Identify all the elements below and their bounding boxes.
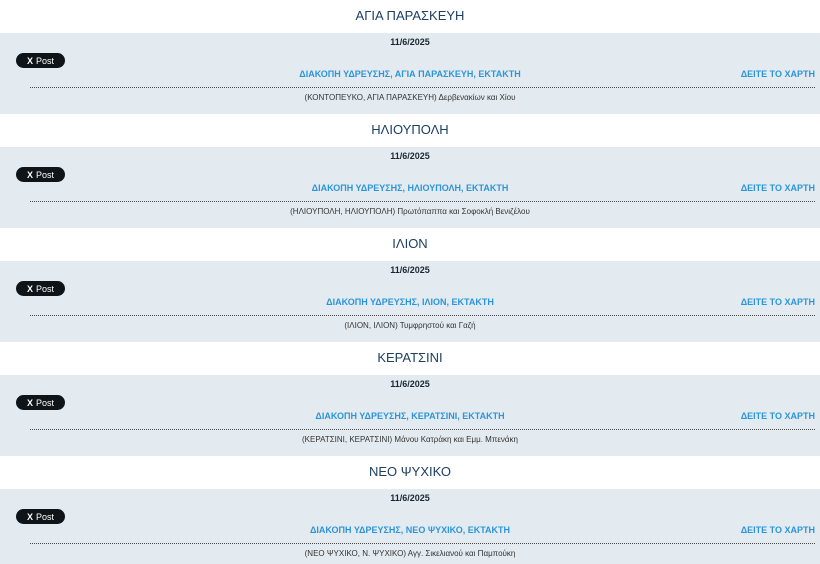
outage-entry: ΙΛΙΟΝ 11/6/2025 X Post ΔΙΑΚΟΠΗ ΥΔΡΕΥΣΗΣ,… bbox=[0, 228, 820, 342]
x-post-button[interactable]: X Post bbox=[16, 281, 65, 296]
area-title: ΗΛΙΟΥΠΟΛΗ bbox=[0, 114, 820, 147]
outage-date: 11/6/2025 bbox=[390, 379, 430, 389]
see-map-link[interactable]: ΔΕΙΤΕ ΤΟ ΧΑΡΤΗ bbox=[741, 183, 815, 193]
outage-date: 11/6/2025 bbox=[390, 37, 430, 47]
area-title: ΚΕΡΑΤΣΙΝΙ bbox=[0, 342, 820, 375]
outage-panel: 11/6/2025 X Post ΔΙΑΚΟΠΗ ΥΔΡΕΥΣΗΣ, ΗΛΙΟΥ… bbox=[0, 147, 820, 228]
affected-streets: (ΙΛΙΟΝ, ΙΛΙΟΝ) Τυμφρηστού και Γαζή bbox=[344, 321, 476, 330]
outage-panel: 11/6/2025 X Post ΔΙΑΚΟΠΗ ΥΔΡΕΥΣΗΣ, ΝΕΟ Ψ… bbox=[0, 489, 820, 564]
dotted-divider bbox=[30, 201, 815, 202]
x-logo-icon: X bbox=[26, 283, 33, 294]
outage-headline-link[interactable]: ΔΙΑΚΟΠΗ ΥΔΡΕΥΣΗΣ, ΗΛΙΟΥΠΟΛΗ, ΕΚΤΑΚΤΗ bbox=[0, 183, 820, 193]
outage-headline-link[interactable]: ΔΙΑΚΟΠΗ ΥΔΡΕΥΣΗΣ, ΚΕΡΑΤΣΙΝΙ, ΕΚΤΑΚΤΗ bbox=[0, 411, 820, 421]
x-post-button[interactable]: X Post bbox=[16, 167, 65, 182]
area-title: ΑΓΙΑ ΠΑΡΑΣΚΕΥΗ bbox=[0, 0, 820, 33]
affected-streets: (ΝΕΟ ΨΥΧΙΚΟ, Ν. ΨΥΧΙΚΟ) Αγγ. Σικελιανού … bbox=[304, 549, 516, 558]
x-post-label: Post bbox=[36, 169, 55, 180]
outage-entry: ΗΛΙΟΥΠΟΛΗ 11/6/2025 X Post ΔΙΑΚΟΠΗ ΥΔΡΕΥ… bbox=[0, 114, 820, 228]
see-map-link[interactable]: ΔΕΙΤΕ ΤΟ ΧΑΡΤΗ bbox=[741, 297, 815, 307]
outage-headline-link[interactable]: ΔΙΑΚΟΠΗ ΥΔΡΕΥΣΗΣ, ΙΛΙΟΝ, ΕΚΤΑΚΤΗ bbox=[0, 297, 820, 307]
dotted-divider bbox=[30, 87, 815, 88]
outage-entry: ΑΓΙΑ ΠΑΡΑΣΚΕΥΗ 11/6/2025 X Post ΔΙΑΚΟΠΗ … bbox=[0, 0, 820, 114]
see-map-link[interactable]: ΔΕΙΤΕ ΤΟ ΧΑΡΤΗ bbox=[741, 411, 815, 421]
x-post-button[interactable]: X Post bbox=[16, 395, 65, 410]
dotted-divider bbox=[30, 543, 815, 544]
affected-streets: (ΚΟΝΤΟΠΕΥΚΟ, ΑΓΙΑ ΠΑΡΑΣΚΕΥΗ) Δερβενακίων… bbox=[304, 93, 516, 102]
see-map-link[interactable]: ΔΕΙΤΕ ΤΟ ΧΑΡΤΗ bbox=[741, 525, 815, 535]
dotted-divider bbox=[30, 429, 815, 430]
x-post-button[interactable]: X Post bbox=[16, 53, 65, 68]
affected-streets: (ΚΕΡΑΤΣΙΝΙ, ΚΕΡΑΤΣΙΝΙ) Μάνου Κατράκη και… bbox=[302, 435, 518, 444]
dotted-divider bbox=[30, 315, 815, 316]
outage-entry: ΝΕΟ ΨΥΧΙΚΟ 11/6/2025 X Post ΔΙΑΚΟΠΗ ΥΔΡΕ… bbox=[0, 456, 820, 564]
x-logo-icon: X bbox=[26, 169, 33, 180]
x-logo-icon: X bbox=[26, 397, 33, 408]
area-title: ΝΕΟ ΨΥΧΙΚΟ bbox=[0, 456, 820, 489]
x-post-label: Post bbox=[36, 55, 55, 66]
outage-panel: 11/6/2025 X Post ΔΙΑΚΟΠΗ ΥΔΡΕΥΣΗΣ, ΑΓΙΑ … bbox=[0, 33, 820, 114]
affected-streets: (ΗΛΙΟΥΠΟΛΗ, ΗΛΙΟΥΠΟΛΗ) Πρωτόπαππα και Σο… bbox=[290, 207, 530, 216]
outage-panel: 11/6/2025 X Post ΔΙΑΚΟΠΗ ΥΔΡΕΥΣΗΣ, ΙΛΙΟΝ… bbox=[0, 261, 820, 342]
x-post-label: Post bbox=[36, 511, 55, 522]
outage-date: 11/6/2025 bbox=[390, 151, 430, 161]
outage-list: ΑΓΙΑ ΠΑΡΑΣΚΕΥΗ 11/6/2025 X Post ΔΙΑΚΟΠΗ … bbox=[0, 0, 820, 564]
x-post-label: Post bbox=[36, 283, 55, 294]
x-post-button[interactable]: X Post bbox=[16, 509, 65, 524]
x-logo-icon: X bbox=[26, 55, 33, 66]
outage-headline-link[interactable]: ΔΙΑΚΟΠΗ ΥΔΡΕΥΣΗΣ, ΑΓΙΑ ΠΑΡΑΣΚΕΥΗ, ΕΚΤΑΚΤ… bbox=[0, 69, 820, 79]
outage-date: 11/6/2025 bbox=[390, 265, 430, 275]
area-title: ΙΛΙΟΝ bbox=[0, 228, 820, 261]
see-map-link[interactable]: ΔΕΙΤΕ ΤΟ ΧΑΡΤΗ bbox=[741, 69, 815, 79]
outage-panel: 11/6/2025 X Post ΔΙΑΚΟΠΗ ΥΔΡΕΥΣΗΣ, ΚΕΡΑΤ… bbox=[0, 375, 820, 456]
x-logo-icon: X bbox=[26, 511, 33, 522]
outage-date: 11/6/2025 bbox=[390, 493, 430, 503]
outage-headline-link[interactable]: ΔΙΑΚΟΠΗ ΥΔΡΕΥΣΗΣ, ΝΕΟ ΨΥΧΙΚΟ, ΕΚΤΑΚΤΗ bbox=[0, 525, 820, 535]
outage-entry: ΚΕΡΑΤΣΙΝΙ 11/6/2025 X Post ΔΙΑΚΟΠΗ ΥΔΡΕΥ… bbox=[0, 342, 820, 456]
x-post-label: Post bbox=[36, 397, 55, 408]
